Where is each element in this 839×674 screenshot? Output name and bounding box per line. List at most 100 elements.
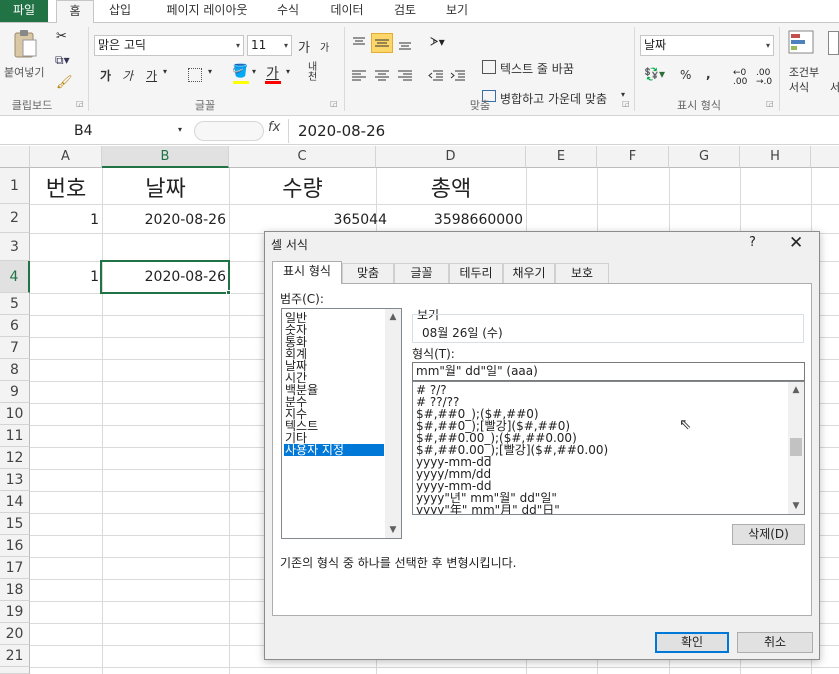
column-header-c[interactable]: C	[229, 146, 376, 168]
number-launcher-icon[interactable]: ◲	[766, 99, 774, 108]
underline-dropdown-icon[interactable]: ▾	[163, 67, 167, 76]
number-format-select[interactable]: 날짜 ▾	[640, 35, 774, 56]
font-size-select[interactable]: 11 ▾	[247, 35, 292, 56]
row-header-9[interactable]: 9	[0, 381, 30, 403]
shrink-font-button[interactable]: 가	[320, 39, 329, 54]
category-list[interactable]: 일반 숫자 통화 회계 날짜 시간 백분율 분수 지수 텍스트 기타 사용자 지…	[281, 308, 402, 539]
align-top-icon[interactable]	[351, 35, 367, 51]
row-header-2[interactable]: 2	[0, 204, 30, 233]
grow-font-button[interactable]: 가	[298, 37, 310, 56]
border-icon[interactable]	[188, 68, 202, 82]
tab-alignment[interactable]: 맞춤	[342, 263, 394, 283]
orientation-icon[interactable]: ᗆ▾	[430, 35, 445, 50]
row-header-21[interactable]: 21	[0, 645, 30, 667]
delete-button[interactable]: 삭제(D)	[732, 524, 805, 545]
fill-handle[interactable]	[226, 290, 231, 295]
row-header-19[interactable]: 19	[0, 601, 30, 623]
column-header-h[interactable]: H	[740, 146, 811, 168]
format-list[interactable]: # ?/? # ??/?? $#,##0_);($#,##0) $#,##0_)…	[412, 381, 805, 515]
align-center-icon[interactable]	[374, 69, 390, 83]
select-all-corner[interactable]	[0, 146, 30, 168]
column-header-f[interactable]: F	[597, 146, 669, 168]
accounting-format-icon[interactable]: 💱▾	[644, 67, 665, 81]
tab-fill[interactable]: 채우기	[503, 263, 555, 283]
paste-icon[interactable]	[12, 29, 38, 59]
alignment-launcher-icon[interactable]: ◲	[622, 99, 630, 108]
formula-bar-splitter[interactable]	[194, 121, 264, 141]
formula-input[interactable]: 2020-08-26	[298, 120, 385, 142]
tab-home[interactable]: 홈	[56, 0, 94, 23]
conditional-format-label-2[interactable]: 서식	[784, 79, 814, 95]
row-header-7[interactable]: 7	[0, 337, 30, 359]
tab-page-layout[interactable]: 페이지 레이아웃	[152, 0, 262, 22]
font-name-select[interactable]: 맑은 고딕 ▾	[94, 35, 244, 56]
name-box-dropdown-icon[interactable]: ▾	[178, 125, 182, 134]
cell-c2[interactable]: 365044	[229, 212, 387, 228]
copy-icon[interactable]: ⧉▾	[55, 53, 70, 68]
decrease-decimal-icon[interactable]: .00 →.0	[756, 69, 772, 87]
merge-dropdown-icon[interactable]: ▾	[621, 90, 625, 99]
scroll-down-icon[interactable]: ▼	[385, 522, 401, 538]
tab-number[interactable]: 표시 형식	[272, 261, 342, 284]
comma-button[interactable]: ,	[706, 67, 711, 81]
row-header-8[interactable]: 8	[0, 359, 30, 381]
row-header-18[interactable]: 18	[0, 579, 30, 601]
phonetic-icon[interactable]: 내천	[308, 63, 317, 83]
scroll-up-icon[interactable]: ▲	[385, 309, 401, 325]
format-painter-icon[interactable]: 🖌	[56, 75, 73, 90]
row-header-10[interactable]: 10	[0, 403, 30, 425]
align-left-icon[interactable]	[351, 69, 367, 83]
wrap-text-button[interactable]: 텍스트 줄 바꿈	[500, 60, 574, 77]
conditional-format-icon[interactable]	[788, 29, 816, 57]
column-header-e[interactable]: E	[526, 146, 597, 168]
tab-font[interactable]: 글꼴	[394, 263, 449, 283]
merge-center-button[interactable]: 병합하고 가운데 맞춤	[500, 90, 607, 107]
list-item-selected[interactable]: 사용자 지정	[284, 444, 384, 456]
tab-protection[interactable]: 보호	[555, 263, 609, 283]
underline-button[interactable]: 가	[146, 67, 157, 84]
increase-indent-icon[interactable]	[450, 69, 466, 83]
help-icon[interactable]: ?	[749, 235, 756, 250]
cell-c1[interactable]: 수량	[229, 171, 376, 203]
cell-b1[interactable]: 날짜	[102, 171, 229, 203]
cell-d2[interactable]: 3598660000	[376, 212, 523, 228]
cell-a2[interactable]: 1	[30, 212, 99, 228]
font-color-icon[interactable]: 가	[266, 63, 279, 83]
format-scrollbar[interactable]: ▲ ▼	[788, 382, 804, 514]
paste-button[interactable]: 붙여넣기	[4, 64, 44, 80]
column-header-a[interactable]: A	[30, 146, 102, 168]
row-header-15[interactable]: 15	[0, 513, 30, 535]
close-icon[interactable]: ✕	[789, 233, 803, 253]
row-header-20[interactable]: 20	[0, 623, 30, 645]
column-header-d[interactable]: D	[376, 146, 526, 168]
scroll-down-icon[interactable]: ▼	[788, 498, 804, 514]
format-as-table-label[interactable]: 서	[830, 79, 839, 95]
tab-border[interactable]: 테두리	[449, 263, 503, 283]
conditional-format-label-1[interactable]: 조건부	[784, 64, 824, 80]
cut-icon[interactable]: ✂	[56, 29, 67, 44]
tab-review[interactable]: 검토	[385, 0, 425, 22]
cell-a4[interactable]: 1	[30, 269, 99, 285]
tab-data[interactable]: 데이터	[322, 0, 372, 22]
font-launcher-icon[interactable]: ◲	[330, 99, 338, 108]
row-header-12[interactable]: 12	[0, 447, 30, 469]
fill-color-icon[interactable]: 🪣	[232, 64, 248, 79]
row-header-13[interactable]: 13	[0, 469, 30, 491]
tab-insert[interactable]: 삽입	[100, 0, 140, 22]
column-header-b[interactable]: B	[102, 146, 229, 168]
list-item[interactable]: yyyy"年" mm"月" dd"日"	[416, 504, 560, 514]
align-right-icon[interactable]	[397, 69, 413, 83]
row-header-3[interactable]: 3	[0, 233, 30, 261]
row-header-4[interactable]: 4	[0, 261, 30, 293]
row-header-14[interactable]: 14	[0, 491, 30, 513]
column-header-g[interactable]: G	[669, 146, 740, 168]
row-header-1[interactable]: 1	[0, 168, 30, 204]
bold-button[interactable]: 가	[100, 67, 111, 84]
row-header-17[interactable]: 17	[0, 557, 30, 579]
wrap-text-icon[interactable]	[482, 60, 496, 74]
font-color-dropdown-icon[interactable]: ▾	[286, 67, 290, 76]
format-as-table-icon[interactable]	[828, 31, 839, 55]
tab-file[interactable]: 파일	[0, 0, 48, 22]
scroll-thumb[interactable]	[790, 438, 802, 456]
row-header-5[interactable]: 5	[0, 293, 30, 315]
